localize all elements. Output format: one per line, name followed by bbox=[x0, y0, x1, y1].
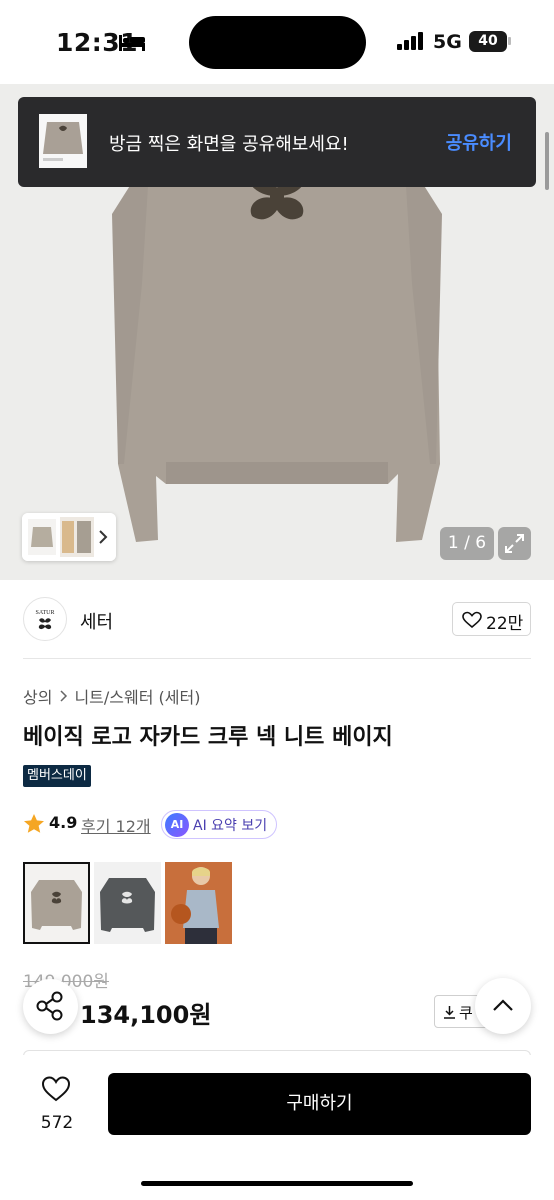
scroll-to-top-button[interactable] bbox=[475, 978, 531, 1034]
brand-logo[interactable]: SATUR bbox=[23, 597, 67, 641]
screenshot-thumbnail bbox=[39, 114, 87, 168]
expand-icon bbox=[505, 534, 524, 553]
coupon-label: 쿠 bbox=[459, 1004, 473, 1022]
status-bar: 12:31 5G 40 bbox=[0, 0, 554, 84]
rating-value: 4.9 bbox=[49, 813, 78, 832]
breadcrumb: 상의 니트/스웨터 (세터) bbox=[23, 684, 200, 708]
rating-row: 4.9 후기 12개 AI AI 요약 보기 bbox=[23, 810, 423, 839]
star-icon bbox=[24, 814, 44, 833]
chevron-right-icon bbox=[60, 690, 68, 702]
network-type: 5G bbox=[433, 31, 462, 53]
charcoal-sweater-thumbnail bbox=[94, 862, 161, 944]
member-day-badge: 멤버스데이 bbox=[23, 765, 91, 787]
sale-price: 134,100원 bbox=[80, 1001, 212, 1029]
buy-button[interactable]: 구매하기 bbox=[108, 1073, 531, 1135]
breadcrumb-item-knit[interactable]: 니트/스웨터 (세터) bbox=[74, 684, 200, 708]
color-option-model[interactable] bbox=[165, 862, 232, 944]
gallery-thumbnail-strip[interactable] bbox=[22, 513, 116, 561]
beige-sweater-thumbnail bbox=[25, 864, 88, 942]
brand-logo-icon: SATUR bbox=[35, 610, 55, 630]
ai-summary-label: AI 요약 보기 bbox=[193, 818, 268, 834]
image-counter: 1 / 6 bbox=[440, 527, 494, 560]
breadcrumb-item-top[interactable]: 상의 bbox=[23, 684, 52, 708]
brand-row[interactable]: SATUR 세터 22만 bbox=[0, 592, 554, 658]
battery-cap bbox=[508, 37, 511, 45]
bottom-action-bar: 572 구매하기 bbox=[0, 1055, 554, 1200]
toast-message: 방금 찍은 화면을 공유해보세요! bbox=[109, 134, 349, 155]
wishlist-button[interactable]: 572 bbox=[24, 1075, 90, 1145]
dynamic-island bbox=[189, 16, 366, 69]
ai-summary-button[interactable]: AI AI 요약 보기 bbox=[161, 810, 277, 839]
divider bbox=[23, 658, 531, 659]
brand-name[interactable]: 세터 bbox=[80, 608, 113, 634]
heart-icon bbox=[462, 611, 482, 629]
ai-icon: AI bbox=[165, 813, 189, 837]
scroll-indicator[interactable] bbox=[545, 132, 549, 190]
model-photo-thumbnail bbox=[165, 862, 232, 944]
home-indicator bbox=[141, 1181, 413, 1186]
chevron-up-icon bbox=[493, 999, 513, 1011]
svg-text:SATUR: SATUR bbox=[35, 610, 54, 616]
heart-icon bbox=[41, 1076, 71, 1102]
sleep-mode-icon bbox=[119, 35, 145, 51]
color-options bbox=[23, 862, 243, 944]
download-icon bbox=[444, 1006, 455, 1019]
product-title: 베이직 로고 자카드 크루 넥 니트 베이지 bbox=[23, 725, 393, 750]
reviews-link[interactable]: 후기 12개 bbox=[81, 813, 151, 837]
expand-button[interactable] bbox=[498, 527, 531, 560]
share-button[interactable]: 공유하기 bbox=[446, 129, 512, 155]
share-icon bbox=[36, 991, 63, 1021]
thumbnail-images bbox=[22, 513, 116, 561]
share-button[interactable] bbox=[23, 979, 78, 1034]
screenshot-share-toast[interactable]: 방금 찍은 화면을 공유해보세요! 공유하기 bbox=[18, 97, 536, 187]
wishlist-count: 572 bbox=[40, 1113, 74, 1133]
brand-like-button[interactable]: 22만 bbox=[452, 602, 531, 636]
battery-icon: 40 bbox=[469, 31, 507, 52]
color-option-beige[interactable] bbox=[23, 862, 90, 944]
brand-like-count: 22만 bbox=[486, 614, 524, 634]
color-option-charcoal[interactable] bbox=[94, 862, 161, 944]
cellular-signal-icon bbox=[397, 32, 423, 50]
